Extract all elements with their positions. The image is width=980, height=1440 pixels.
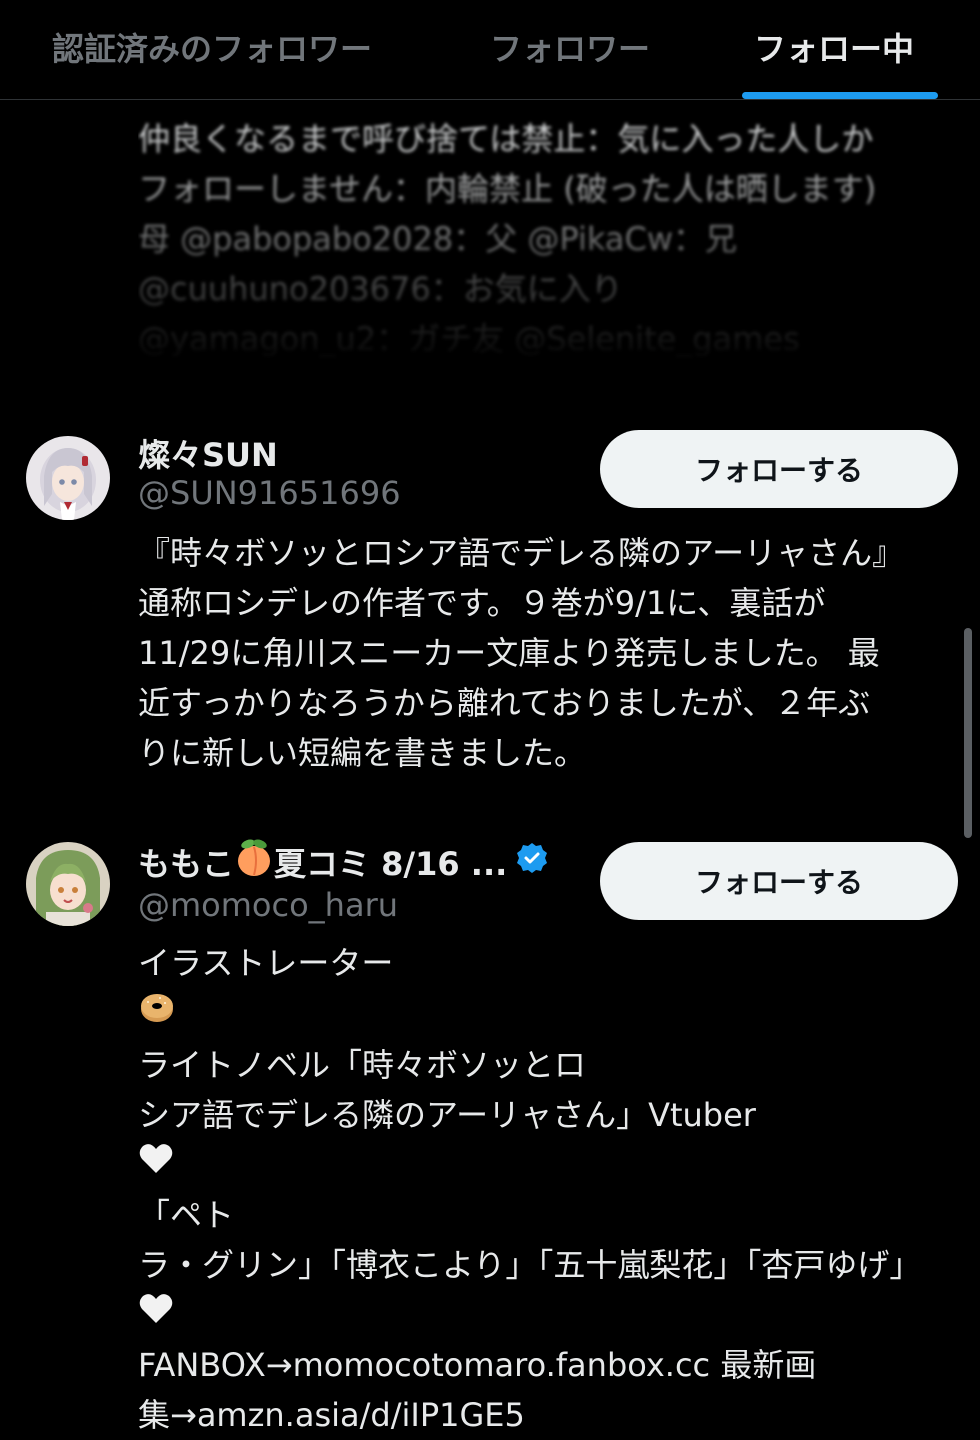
bio-line: 近すっかりなろうから離れておりましたが、２年ぶ	[138, 684, 871, 722]
user-handle: @momoco_haru	[138, 886, 398, 924]
bio-text: FANBOX→momocotomaro.fanbox.cc 最新画	[138, 1346, 817, 1384]
name-text: 夏コミ 8/16 ...	[274, 845, 508, 883]
bio-line: 『時々ボソッとロシア語でデレる隣のアーリャさん』	[138, 534, 905, 572]
name-text: ももこ	[138, 845, 235, 883]
tab-bar: 認証済みのフォロワー フォロワー フォロー中	[0, 0, 980, 100]
bio-line: シア語でデレる隣のアーリャさん」Vtuber 「ペト	[138, 1090, 958, 1240]
bio-line: 通称ロシデレの作者です。９巻が9/1に、裏話が	[138, 584, 826, 622]
bio-line: りに新しい短編を書きました。	[138, 734, 587, 772]
user-display-name[interactable]: ももこ 夏コミ 8/16 ...	[138, 838, 549, 886]
follow-button[interactable]: フォローする	[600, 842, 958, 920]
previous-user-bio: 仲良くなるまで呼び捨ては禁止：気に入った人しか フォローしません：内輪禁止 (破…	[138, 114, 958, 364]
bio-text: シア語でデレる隣のアーリャさん」Vtuber	[138, 1096, 756, 1134]
bio-line: 集→amzn.asia/d/iIP1GE5	[138, 1396, 525, 1434]
user-bio: 『時々ボソッとロシア語でデレる隣のアーリャさん』 通称ロシデレの作者です。９巻が…	[138, 528, 958, 778]
avatar-girl-green-hair-icon[interactable]	[26, 842, 110, 926]
white-heart-icon	[138, 1140, 958, 1190]
bio-line: @cuuhuno203676：お気に入り	[138, 270, 623, 308]
user-bio: イラストレーターライトノベル「時々ボソッとロ シア語でデレる隣のアーリャさん」V…	[138, 938, 958, 1440]
active-tab-indicator	[742, 92, 938, 99]
user-display-name[interactable]: 燦々SUN	[138, 430, 278, 476]
verified-badge-icon	[515, 841, 549, 883]
tab-followers[interactable]: フォロワー	[490, 24, 650, 70]
bio-text: 「ペト	[138, 1196, 235, 1234]
user-handle: @SUN91651696	[138, 474, 401, 512]
bio-line: 11/29に角川スニーカー文庫より発売しました。 最	[138, 634, 880, 672]
bio-line: フォローしません：内輪禁止 (破った人は晒します)	[138, 170, 877, 208]
tab-following[interactable]: フォロー中	[754, 24, 914, 70]
bio-text: イラストレーター	[138, 944, 394, 982]
follow-button[interactable]: フォローする	[600, 430, 958, 508]
bio-line: FANBOX→momocotomaro.fanbox.cc 最新画	[138, 1290, 958, 1390]
bio-line: イラストレーターライトノベル「時々ボソッとロ	[138, 938, 958, 1090]
peach-icon	[234, 838, 274, 886]
bio-line: 仲良くなるまで呼び捨ては禁止：気に入った人しか	[138, 120, 874, 158]
avatar-girl-white-hair-icon[interactable]	[26, 436, 110, 520]
bio-text: ライトノベル「時々ボソッとロ	[138, 1046, 587, 1084]
white-heart-icon	[138, 1290, 958, 1340]
bio-line: ラ・グリン」「博衣こより」「五十嵐梨花」「杏戸ゆげ」	[138, 1246, 922, 1284]
bagel-icon	[138, 988, 958, 1040]
bio-line: 母 @pabopabo2028：父 @PikaCw：兄	[138, 220, 737, 258]
scrollbar[interactable]	[964, 628, 972, 838]
tab-verified-followers[interactable]: 認証済みのフォロワー	[52, 24, 372, 70]
bio-line: @yamagon_u2：ガチ友 @Selenite_games	[138, 320, 800, 358]
